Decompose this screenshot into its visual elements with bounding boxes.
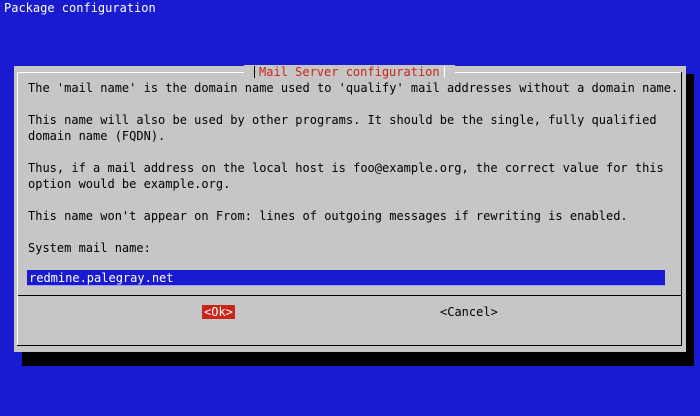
paragraph-mail-name-definition: The 'mail name' is the domain name used …	[28, 81, 679, 95]
cancel-button[interactable]: <Cancel>	[440, 305, 498, 319]
paragraph-fqdn-line1: This name will also be used by other pro…	[28, 113, 657, 127]
paragraph-example-line2: option would be example.org.	[28, 177, 231, 191]
system-mail-name-label: System mail name:	[28, 241, 151, 255]
dialog-title-wrap: Mail Server configuration	[244, 65, 455, 79]
paragraph-fqdn-line2: domain name (FQDN).	[28, 129, 166, 143]
system-mail-name-input[interactable]: redmine.palegray.net	[27, 270, 665, 286]
title-bar-left	[254, 66, 255, 78]
dialog-border-left	[17, 72, 18, 346]
input-value: redmine.palegray.net	[29, 271, 174, 285]
backtitle: Package configuration	[4, 1, 156, 15]
button-separator	[17, 295, 682, 296]
dialog-border-right	[681, 72, 682, 346]
mail-server-dialog: Mail Server configuration The 'mail name…	[14, 65, 686, 352]
input-underline	[27, 285, 665, 286]
separator-tick-right	[681, 290, 682, 300]
paragraph-example-line1: Thus, if a mail address on the local hos…	[28, 161, 664, 175]
ok-button[interactable]: <Ok>	[202, 305, 235, 319]
dialog-border-bottom	[17, 345, 682, 346]
dialog-title: Mail Server configuration	[259, 65, 440, 79]
terminal-screen: Package configuration Mail Server config…	[0, 0, 700, 416]
separator-tick-left	[17, 290, 18, 300]
title-bar-right	[443, 66, 445, 78]
paragraph-rewriting-note: This name won't appear on From: lines of…	[28, 209, 628, 223]
